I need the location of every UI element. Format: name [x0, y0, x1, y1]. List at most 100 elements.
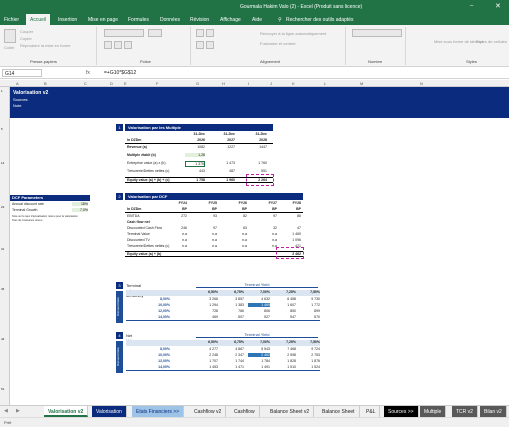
table-row: 6,50% 6,75% 7,00% 7,25% 7,50% — [126, 340, 320, 346]
row-14[interactable]: 14 — [1, 161, 4, 165]
align-middle-icon[interactable] — [206, 29, 214, 37]
menu-aide[interactable]: Aide — [252, 17, 262, 23]
font-size-dropdown[interactable] — [148, 29, 162, 37]
tab-cashflow-v2[interactable]: Cashflow v2 — [190, 406, 227, 417]
paste-button[interactable]: Coller — [4, 45, 14, 50]
name-box[interactable]: G14 — [2, 69, 42, 77]
tab-pl[interactable]: P&L — [362, 406, 381, 417]
col-k[interactable]: K — [292, 81, 295, 86]
merge-center-button[interactable]: Fusionner et centrer — [260, 41, 296, 46]
menu-affichage[interactable]: Affichage — [220, 17, 241, 23]
section-number: 3 — [116, 282, 123, 289]
tab-balance-sheet-v2[interactable]: Balance Sheet v2 — [266, 406, 315, 417]
align-left-icon[interactable] — [196, 41, 204, 49]
formula-input[interactable]: =+G10*$G$12 — [104, 70, 136, 76]
window-title: Gourmala Hakim Valo (2) - Excel (Produit… — [240, 4, 363, 10]
ribbon: Coller Couper Copier Reproduire la mise … — [0, 25, 509, 67]
tab-etats-financiers[interactable]: Etats Financiers >> — [132, 406, 185, 417]
ribbon-divider — [345, 27, 346, 65]
group-number: Nombre — [368, 59, 383, 64]
menu-formules[interactable]: Formules — [128, 17, 149, 23]
tab-bilan-v2[interactable]: Bilan v2 — [480, 406, 507, 417]
col-m[interactable]: M — [360, 81, 363, 86]
col-g[interactable]: G — [196, 81, 199, 86]
tab-scroll-left-icon[interactable]: ◀ — [4, 408, 8, 414]
wrap-text-button[interactable]: Renvoyer à la ligne automatiquement — [260, 31, 326, 36]
col-c[interactable]: C — [84, 81, 87, 86]
section-number: 2 — [116, 193, 123, 200]
section-number: 4 — [116, 332, 123, 339]
menu-fichier[interactable]: Fichier — [4, 17, 19, 23]
bold-icon[interactable] — [104, 41, 112, 49]
menu-mise-en-page[interactable]: Mise en page — [88, 17, 118, 23]
close-icon[interactable]: ✕ — [495, 2, 501, 10]
fx-icon[interactable]: fx — [86, 70, 90, 76]
col-i[interactable]: I — [248, 81, 249, 86]
italic-icon[interactable] — [114, 41, 122, 49]
tab-scroll-right-icon[interactable]: ▶ — [16, 408, 20, 414]
menu-revision[interactable]: Révision — [190, 17, 209, 23]
tab-sources[interactable]: Sources >> — [384, 406, 419, 417]
status-bar: Prêt — [0, 417, 509, 427]
table-row: 6,50% 6,75% 7,00% 7,25% 7,50% — [126, 290, 320, 296]
row-51[interactable]: 51 — [1, 387, 4, 391]
sensitivity-group: Terminal Yield — [196, 332, 318, 338]
menu-accueil[interactable]: Accueil — [26, 14, 51, 25]
underline-icon[interactable] — [124, 41, 132, 49]
row-5[interactable]: 5 — [1, 127, 3, 131]
tab-valorisation[interactable]: Valorisation — [92, 406, 127, 417]
row-23[interactable]: 23 — [1, 205, 4, 209]
cut-button[interactable]: Couper — [20, 29, 33, 34]
selected-cell[interactable]: 1 379 — [185, 161, 205, 167]
font-family-dropdown[interactable] — [104, 29, 144, 37]
ribbon-divider — [190, 27, 191, 65]
col-l[interactable]: L — [324, 81, 326, 86]
col-a[interactable]: A — [16, 81, 19, 86]
group-clipboard: Presse-papiers — [30, 59, 57, 64]
banner-sources: Sources — [13, 97, 28, 102]
table-row: 14,00% 1 453 1 471 1 491 1 510 1 524 — [126, 365, 320, 371]
group-styles: Styles — [466, 59, 477, 64]
paste-icon[interactable] — [4, 29, 16, 43]
section-title: Valorisation par les Multiple — [125, 124, 273, 131]
copy-button[interactable]: Copier — [20, 36, 32, 41]
col-b[interactable]: B — [44, 81, 47, 86]
row-36[interactable]: 36 — [1, 287, 4, 291]
number-format-dropdown[interactable] — [352, 29, 402, 37]
format-painter-button[interactable]: Reproduire la mise en forme — [20, 43, 70, 48]
menu-donnees[interactable]: Données — [160, 17, 180, 23]
table-row: 14,00% 469 507 527 547 570 — [126, 315, 320, 321]
row-1[interactable]: 1 — [1, 89, 3, 93]
table-row: Revenue (a) 1082 1227 1447 — [127, 145, 267, 149]
column-header: A B C D E F G H I J K L M N — [0, 80, 509, 87]
tab-cashflow[interactable]: Cashflow — [230, 406, 260, 417]
highlight-box — [276, 247, 304, 259]
section-number: 1 — [116, 124, 123, 131]
menu-search[interactable]: Rechercher des outils adaptés — [286, 17, 354, 23]
highlight-box — [246, 174, 274, 186]
menu-insertion[interactable]: Insertion — [58, 17, 77, 23]
col-e[interactable]: E — [124, 81, 127, 86]
col-n[interactable]: N — [420, 81, 423, 86]
group-alignment: Alignement — [260, 59, 281, 64]
minimize-icon[interactable]: – — [470, 3, 473, 9]
tab-balance-sheet[interactable]: Balance Sheet — [318, 406, 360, 417]
col-f[interactable]: F — [156, 81, 158, 86]
row-31[interactable]: 31 — [1, 247, 4, 251]
search-icon[interactable]: ⚲ — [278, 17, 282, 23]
tab-valorisation-v2[interactable]: Valorisation v2 — [44, 406, 89, 417]
row-44[interactable]: 44 — [1, 337, 4, 341]
align-top-icon[interactable] — [196, 29, 204, 37]
cell-styles-button[interactable]: Styles de cellules — [476, 39, 507, 44]
table-row: Multiple établi (b) 1,28 — [127, 153, 205, 157]
col-j[interactable]: J — [270, 81, 272, 86]
sensitivity-side-label: Discount Rate — [116, 341, 123, 373]
param-note: Note sur le taux d'actualisation retenu … — [12, 215, 78, 218]
col-h[interactable]: H — [222, 81, 225, 86]
col-d[interactable]: D — [110, 81, 113, 86]
param-note: Taux de croissance retenu — [12, 219, 43, 222]
tab-tcr-v2[interactable]: TCR v2 — [452, 406, 478, 417]
tab-multiple[interactable]: Multiple — [420, 406, 447, 417]
row-header: 1 5 14 23 31 36 44 51 — [0, 87, 10, 405]
align-center-icon[interactable] — [206, 41, 214, 49]
